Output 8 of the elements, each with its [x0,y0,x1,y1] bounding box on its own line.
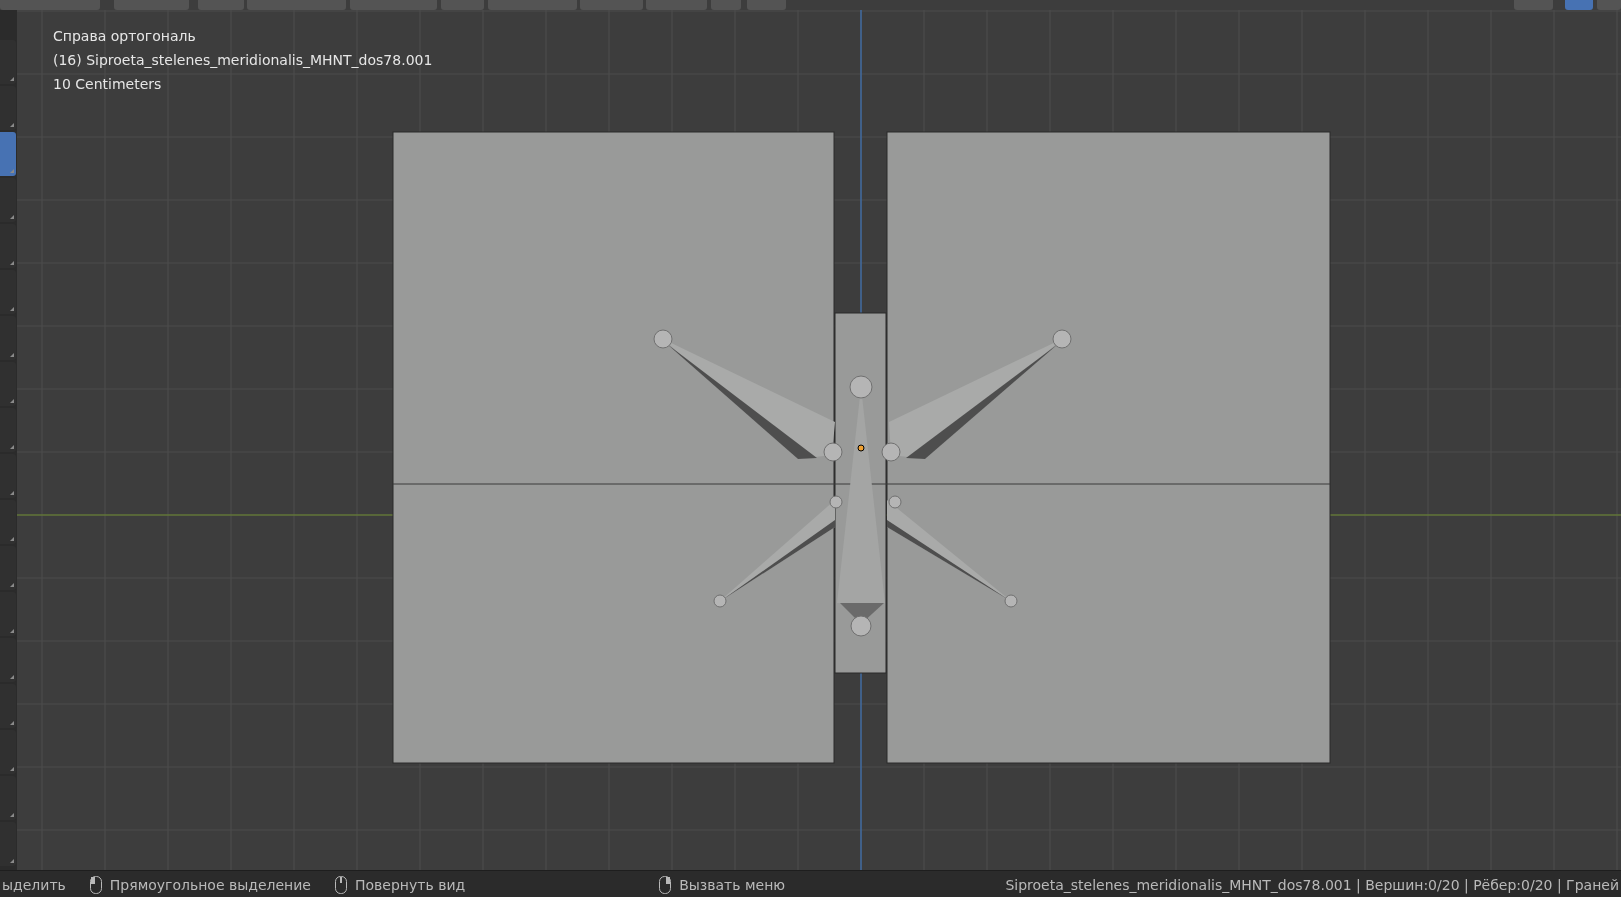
status-hint: Повернуть вид [355,876,466,893]
object-name: (16) Siproeta_stelenes_meridionalis_MHNT_dos78.001 [53,52,433,68]
view-name: Справа ортогональ [53,28,197,44]
status-hint: Вызвать меню [679,876,786,893]
status-hint: ыделить [2,876,66,893]
scene-stats: Siproeta_stelenes_meridionalis_MHNT_dos78.001 | Вершин:0/20 | Рёбер:0/20 | Граней [1005,876,1619,893]
grid-scale: 10 Centimeters [53,76,163,92]
status-hint: Прямоугольное выделение [109,876,311,893]
